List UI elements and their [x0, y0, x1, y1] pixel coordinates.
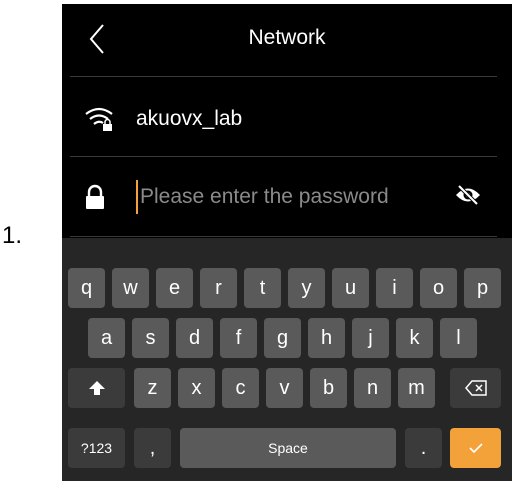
step-number: 1. — [2, 222, 23, 249]
delete-key[interactable] — [450, 368, 501, 408]
key-l[interactable]: l — [440, 318, 477, 358]
device-screen: Network akuovx_lab q w e r t y u i o p a… — [62, 4, 512, 481]
key-y[interactable]: y — [288, 268, 325, 308]
shift-arrow-icon — [88, 381, 105, 395]
divider — [70, 76, 497, 77]
key-j[interactable]: j — [352, 318, 389, 358]
key-c[interactable]: c — [222, 368, 259, 408]
backspace-icon — [464, 380, 487, 396]
confirm-key[interactable] — [450, 428, 501, 468]
comma-key[interactable]: , — [134, 428, 171, 468]
key-r[interactable]: r — [200, 268, 237, 308]
key-q[interactable]: q — [68, 268, 105, 308]
password-row — [62, 164, 512, 228]
page-title: Network — [248, 26, 326, 49]
key-d[interactable]: d — [176, 318, 213, 358]
shift-key[interactable] — [68, 368, 125, 408]
keyboard: q w e r t y u i o p a s d f g h j k l z … — [62, 238, 512, 481]
key-v[interactable]: v — [266, 368, 303, 408]
key-m[interactable]: m — [398, 368, 435, 408]
key-i[interactable]: i — [376, 268, 413, 308]
key-k[interactable]: k — [396, 318, 433, 358]
period-key[interactable]: . — [405, 428, 442, 468]
eye-off-icon[interactable] — [454, 184, 482, 206]
key-z[interactable]: z — [134, 368, 171, 408]
check-icon — [468, 443, 483, 454]
key-u[interactable]: u — [332, 268, 369, 308]
key-h[interactable]: h — [308, 318, 345, 358]
key-e[interactable]: e — [156, 268, 193, 308]
key-s[interactable]: s — [132, 318, 169, 358]
key-n[interactable]: n — [354, 368, 391, 408]
network-row: akuovx_lab — [62, 86, 512, 150]
key-p[interactable]: p — [464, 268, 501, 308]
key-a[interactable]: a — [88, 318, 125, 358]
key-t[interactable]: t — [244, 268, 281, 308]
key-o[interactable]: o — [420, 268, 457, 308]
lock-icon — [86, 184, 104, 209]
divider — [70, 236, 497, 237]
divider — [70, 156, 497, 157]
network-name: akuovx_lab — [136, 107, 243, 130]
key-b[interactable]: b — [310, 368, 347, 408]
numbers-key[interactable]: ?123 — [68, 428, 125, 468]
space-key[interactable]: Space — [180, 428, 396, 468]
header: Network — [62, 4, 512, 76]
key-f[interactable]: f — [220, 318, 257, 358]
wifi-lock-icon — [85, 107, 113, 131]
key-w[interactable]: w — [112, 268, 149, 308]
key-g[interactable]: g — [264, 318, 301, 358]
password-input[interactable] — [136, 180, 436, 214]
key-x[interactable]: x — [178, 368, 215, 408]
